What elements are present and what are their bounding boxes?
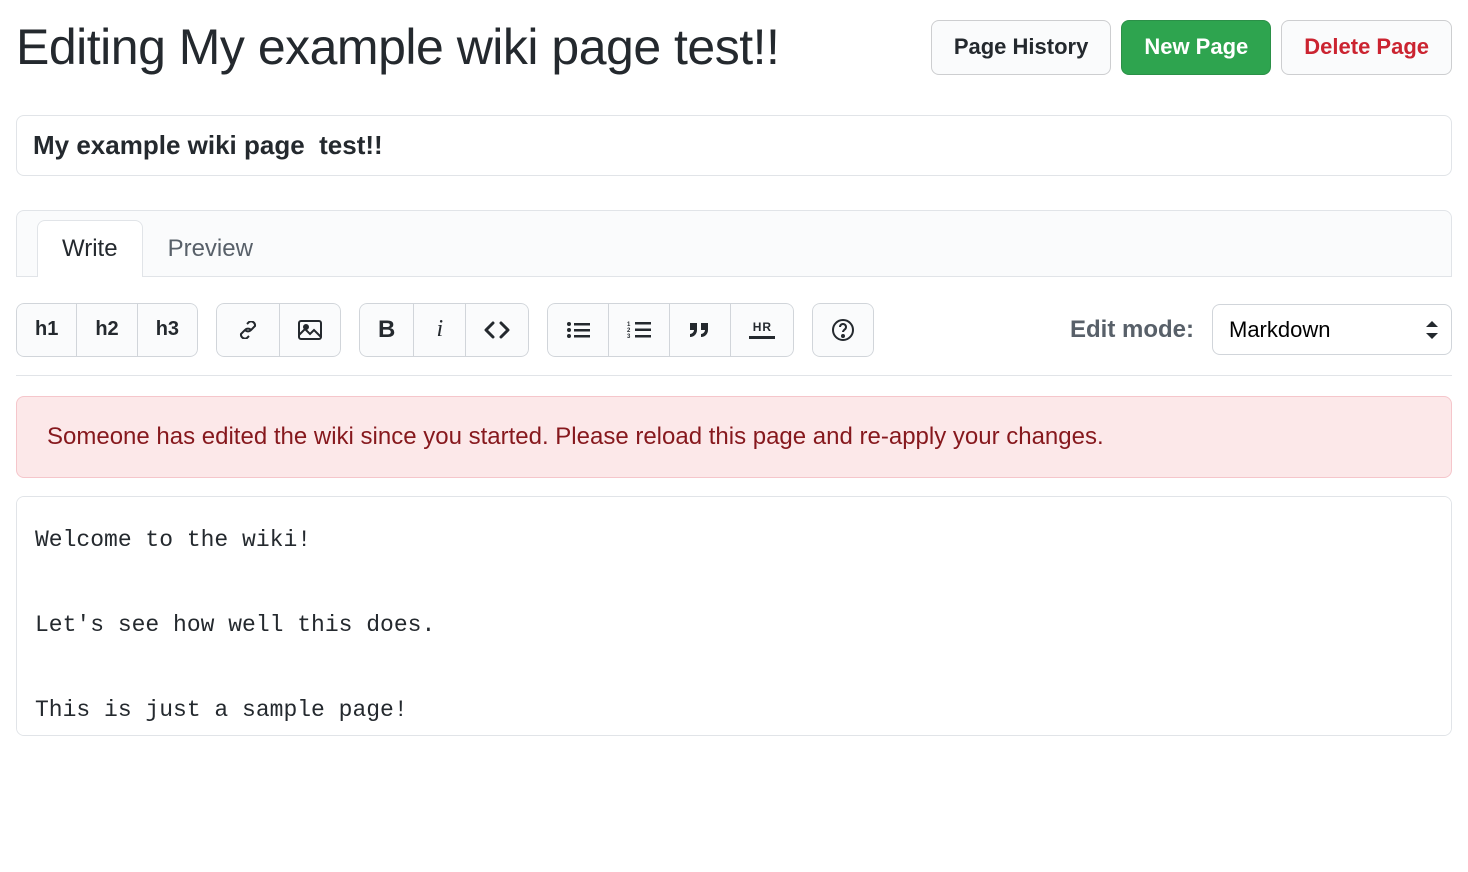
svg-text:3: 3 — [627, 334, 631, 339]
bold-button[interactable]: B — [359, 303, 414, 357]
edit-mode-label: Edit mode: — [1070, 316, 1194, 344]
content-textarea[interactable] — [16, 496, 1452, 736]
image-button[interactable] — [280, 303, 341, 357]
page-title: Editing My example wiki page test!! — [16, 16, 779, 79]
italic-button[interactable]: i — [414, 303, 466, 357]
tab-preview[interactable]: Preview — [143, 220, 278, 277]
heading-3-button[interactable]: h3 — [138, 303, 198, 357]
ordered-list-button[interactable]: 1 2 3 — [609, 303, 670, 357]
conflict-alert: Someone has edited the wiki since you st… — [16, 396, 1452, 478]
unordered-list-button[interactable] — [547, 303, 609, 357]
code-icon — [484, 321, 510, 339]
hr-icon: HR — [749, 320, 775, 339]
link-icon — [235, 321, 261, 339]
tab-write[interactable]: Write — [37, 220, 143, 277]
page-title-input[interactable] — [16, 115, 1452, 176]
edit-mode-select[interactable]: Markdown — [1212, 304, 1452, 355]
image-icon — [298, 320, 322, 340]
help-button[interactable] — [812, 303, 874, 357]
editor-toolbar: h1 h2 h3 B i — [16, 303, 1452, 376]
delete-page-button[interactable]: Delete Page — [1281, 20, 1452, 75]
heading-1-button[interactable]: h1 — [16, 303, 77, 357]
blockquote-button[interactable] — [670, 303, 731, 357]
quote-icon — [688, 321, 712, 339]
new-page-button[interactable]: New Page — [1121, 20, 1271, 75]
help-icon — [831, 318, 855, 342]
link-button[interactable] — [216, 303, 280, 357]
horizontal-rule-button[interactable]: HR — [731, 303, 794, 357]
heading-2-button[interactable]: h2 — [77, 303, 137, 357]
ordered-list-icon: 1 2 3 — [627, 321, 651, 339]
code-button[interactable] — [466, 303, 529, 357]
unordered-list-icon — [566, 321, 590, 339]
editor-tabs: Write Preview — [16, 210, 1452, 277]
header-actions: Page History New Page Delete Page — [931, 20, 1452, 75]
page-history-button[interactable]: Page History — [931, 20, 1112, 75]
